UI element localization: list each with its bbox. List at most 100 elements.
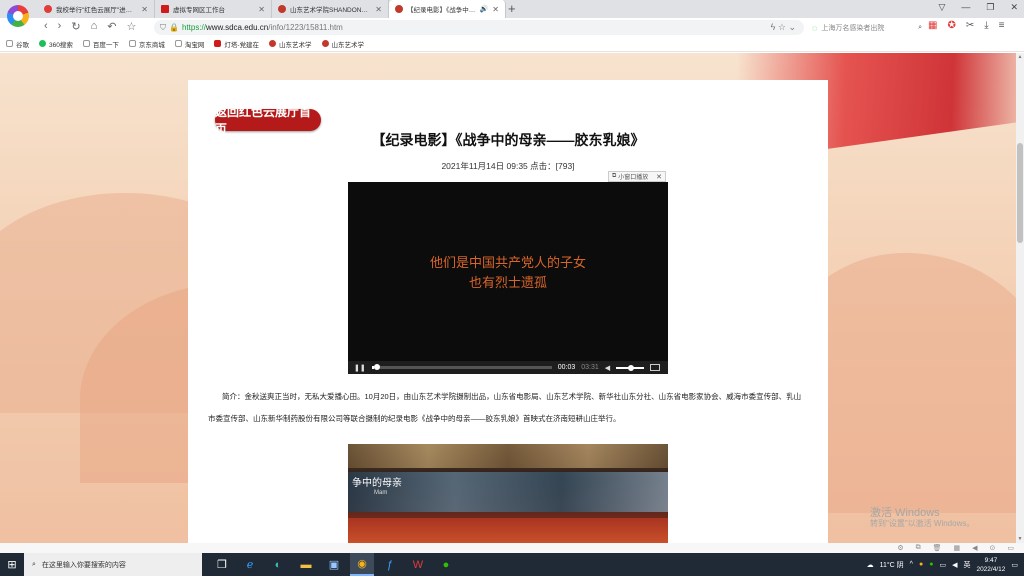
bookmarks-bar: 谷歌 360搜索 百度一下 京东商城 淘宝网 灯塔-党建在 山东艺术学 山东艺术… (0, 36, 1024, 52)
back-icon[interactable]: ‹ (44, 20, 48, 33)
menu-lines-icon[interactable]: ≡ (999, 20, 1005, 31)
tab-close-icon[interactable]: ✕ (375, 5, 382, 14)
screenshot-icon[interactable]: ⧉ (916, 544, 921, 552)
scrollbar-thumb[interactable] (1017, 143, 1023, 243)
bookmark-item[interactable]: 灯塔-党建在 (214, 39, 259, 49)
ime-indicator[interactable]: 英 (963, 560, 970, 570)
restore-icon[interactable]: ❐ (986, 2, 994, 13)
tab-close-icon[interactable]: ✕ (492, 5, 499, 14)
volume-knob[interactable] (628, 364, 635, 371)
close-window-icon[interactable]: ✕ (1010, 2, 1018, 13)
bookmark-star-icon[interactable]: ☆ (126, 20, 136, 33)
fullscreen-icon[interactable] (650, 364, 661, 371)
volume-slider[interactable] (616, 364, 645, 371)
pause-icon[interactable]: ❚❚ (354, 364, 366, 372)
tab-favicon-icon (161, 5, 169, 13)
edge-icon[interactable]: ◐ (266, 553, 290, 576)
forward-icon[interactable]: › (58, 20, 62, 33)
tab-3[interactable]: 山东艺术学院SHANDONG C ✕ (272, 0, 389, 18)
app-icon[interactable]: ƒ (378, 553, 402, 576)
bookmark-item[interactable]: 京东商城 (128, 39, 165, 49)
delete-icon[interactable]: 🗑 (933, 544, 942, 552)
weather-icon[interactable]: ☁ (867, 561, 874, 569)
tool-icon[interactable]: ⚙ (897, 544, 903, 552)
tab-1[interactable]: 我校举行"红色云展厅"进校园 ✕ (38, 0, 155, 18)
popout-player-bar[interactable]: ⧉ 小窗口播放 ✕ (608, 171, 666, 182)
subtitle-line: 也有烈士遗孤 (468, 276, 547, 291)
tab-close-icon[interactable]: ✕ (141, 5, 148, 14)
network-icon[interactable]: ▭ (939, 561, 946, 569)
game-icon[interactable]: ✪ (947, 20, 955, 31)
tab-4-active[interactable]: 【纪录电影】《战争中的母 🔊 ✕ (389, 0, 506, 18)
tab-favicon-icon (395, 5, 403, 13)
reload-icon[interactable]: ↻ (71, 20, 80, 33)
tab-title: 【纪录电影】《战争中的母 (407, 7, 476, 14)
home-icon[interactable]: ⌂ (91, 20, 98, 33)
notification-icon[interactable]: ▭ (1011, 561, 1018, 569)
popout-close-icon[interactable]: ✕ (656, 173, 662, 181)
minimize-icon[interactable]: — (961, 2, 970, 13)
windows-taskbar: ⊞ ⌕ 在这里输入你要搜索的内容 ❐ ℯ ◐ ▬ ▣ ◉ ƒ W ● ☁ 11°… (0, 553, 1024, 576)
favorite-icon[interactable]: ☆ (778, 22, 786, 32)
zoom-icon[interactable]: ⊙ (990, 544, 996, 552)
window-icon[interactable]: ▭ (1007, 544, 1014, 552)
address-bar[interactable]: ⛉ 🔒 https:// www.sdca.edu.cn /info/1223/… (154, 20, 804, 35)
web-page: 返回红色云展厅首页 【纪录电影】《战争中的母亲——胶东乳娘》 2021年11月1… (0, 53, 1016, 543)
bookmark-item[interactable]: 淘宝网 (174, 39, 204, 49)
task-view-icon[interactable]: ❐ (210, 553, 234, 576)
article-title: 【纪录电影】《战争中的母亲——胶东乳娘》 (371, 132, 645, 148)
photo-caption: 争中的母亲 (352, 478, 402, 489)
bookmark-icon (269, 40, 277, 47)
bookmark-item[interactable]: 百度一下 (82, 39, 119, 49)
bookmark-icon (39, 40, 46, 47)
store-icon[interactable]: ▣ (322, 553, 346, 576)
page-scrollbar[interactable]: ▲ ▼ (1016, 53, 1024, 543)
windows-start-icon[interactable]: ⊞ (0, 553, 24, 576)
360-browser-icon[interactable]: ◉ (350, 553, 374, 576)
wps-icon[interactable]: W (406, 553, 430, 576)
wechat-tray-icon[interactable]: ● (929, 561, 933, 568)
taskbar-search[interactable]: ⌕ 在这里输入你要搜索的内容 (24, 553, 202, 576)
bookmark-item[interactable]: 山东艺术学 (269, 39, 312, 49)
progress-knob[interactable] (374, 364, 381, 370)
apps-grid-icon[interactable]: ▦ (928, 20, 937, 31)
sound-icon[interactable]: ◀ (972, 544, 977, 552)
search-engine-icon: ◌ (812, 22, 818, 33)
search-box[interactable]: ◌ 上海万名感染者出院 ⌕ (812, 20, 922, 35)
ie-icon[interactable]: ℯ (238, 553, 262, 576)
speaker-icon[interactable]: ◀ (952, 561, 957, 569)
scroll-up-icon[interactable]: ▲ (1016, 54, 1024, 60)
browser-logo-icon[interactable] (7, 5, 29, 27)
video-progress-bar[interactable] (371, 364, 552, 370)
tab-audio-icon[interactable]: 🔊 (480, 5, 489, 13)
bookmark-item[interactable]: 360搜索 (39, 39, 73, 49)
file-explorer-icon[interactable]: ▬ (294, 553, 318, 576)
tab-2[interactable]: 虚拟专网区工作台 ✕ (155, 0, 272, 18)
menu-icon[interactable]: ▽ (938, 2, 945, 13)
download-icon[interactable]: ⤓ (984, 20, 988, 31)
tab-close-icon[interactable]: ✕ (258, 5, 265, 14)
grid-icon[interactable]: ▦ (953, 544, 960, 552)
scissors-icon[interactable]: ✂ (966, 20, 974, 31)
dropdown-icon[interactable]: ⌄ (788, 22, 796, 32)
tray-chevron-icon[interactable]: ^ (910, 561, 913, 568)
clock-time: 9:47 (984, 556, 998, 564)
tray-app-icon[interactable]: ● (919, 561, 923, 568)
scroll-down-icon[interactable]: ▼ (1016, 536, 1024, 542)
bookmark-label: 谷歌 (16, 41, 29, 49)
new-tab-button[interactable]: + (508, 1, 516, 16)
tab-strip: 我校举行"红色云展厅"进校园 ✕ 虚拟专网区工作台 ✕ 山东艺术学院SHANDO… (38, 0, 506, 18)
bookmark-icon (82, 40, 90, 47)
clock[interactable]: 9:47 2022/4/12 (976, 556, 1005, 574)
lightning-icon[interactable]: ϟ (771, 22, 776, 32)
video-player[interactable]: 他们是中国共产党人的子女 也有烈士遗孤 ❚❚ 00:03 03:31 ◀ (348, 182, 668, 374)
bookmark-item[interactable]: 山东艺术学 (321, 39, 364, 49)
undo-close-icon[interactable]: ↶ (107, 20, 116, 33)
bookmark-item[interactable]: 谷歌 (6, 39, 29, 49)
tab-favicon-icon (278, 5, 286, 13)
weather-text[interactable]: 11°C 阴 (880, 560, 904, 570)
search-icon[interactable]: ⌕ (918, 24, 922, 32)
back-to-home-button[interactable]: 返回红色云展厅首页 (215, 105, 321, 136)
volume-icon[interactable]: ◀ (605, 364, 610, 372)
wechat-icon[interactable]: ● (434, 553, 458, 576)
